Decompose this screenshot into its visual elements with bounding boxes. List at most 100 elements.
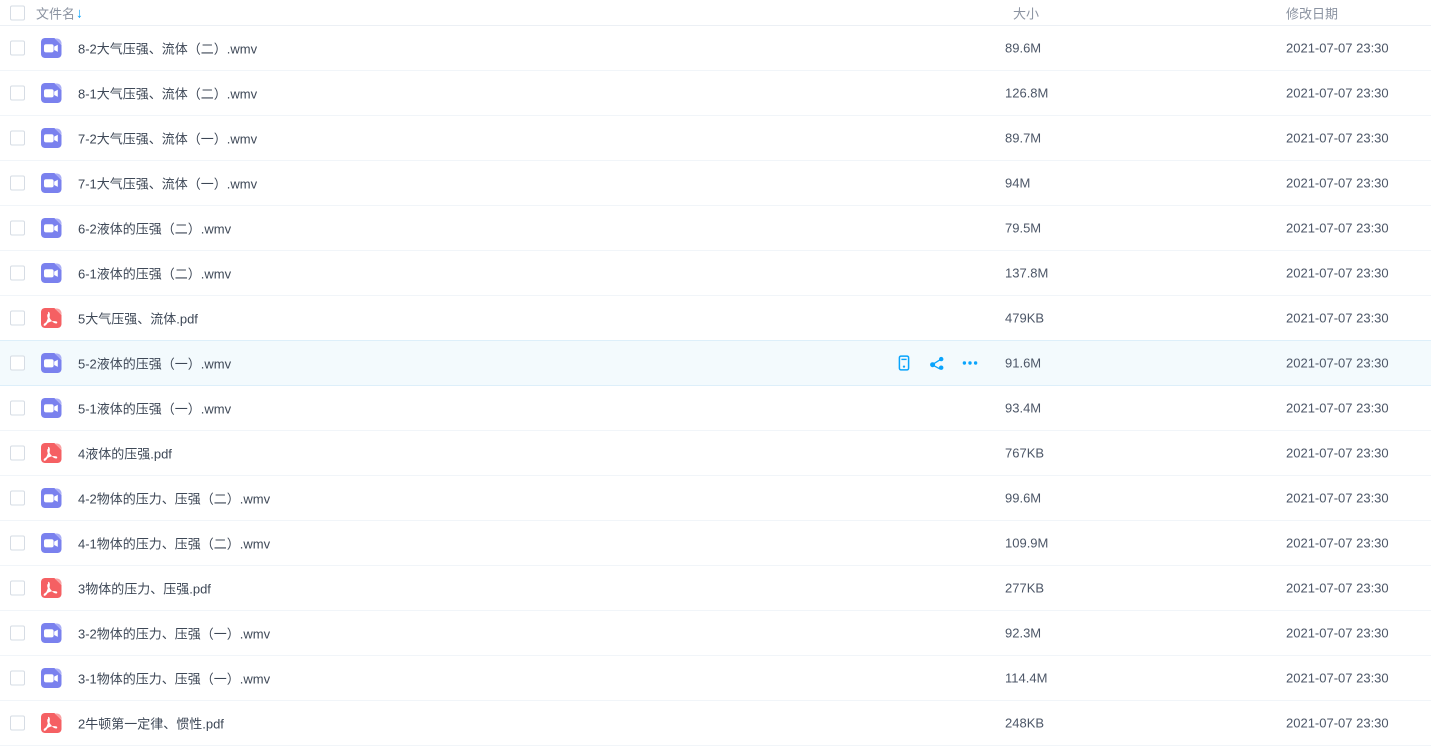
row-checkbox[interactable] [10,671,25,686]
select-all-checkbox[interactable] [10,5,25,20]
file-name-link[interactable]: 5-2液体的压强（一）.wmv [78,354,231,373]
file-row[interactable]: 8-2大气压强、流体（二）.wmv 89.6M 2021-07-07 23:30 [0,26,1431,71]
video-file-icon [39,126,63,150]
file-date: 2021-07-07 23:30 [1286,626,1389,641]
file-name-link[interactable]: 4-2物体的压力、压强（二）.wmv [78,489,270,508]
video-file-icon [39,36,63,60]
file-size: 94M [1005,176,1030,191]
file-size: 89.7M [1005,131,1041,146]
column-header-filename[interactable]: 文件名 [36,3,75,22]
file-date: 2021-07-07 23:30 [1286,356,1389,371]
file-row[interactable]: 5-1液体的压强（一）.wmv 93.4M 2021-07-07 23:30 [0,386,1431,431]
file-name-link[interactable]: 6-1液体的压强（二）.wmv [78,264,231,283]
file-size: 99.6M [1005,491,1041,506]
save-to-device-icon[interactable] [896,355,912,372]
sort-descending-icon[interactable]: ↓ [76,5,83,19]
file-row[interactable]: 4-1物体的压力、压强（二）.wmv 109.9M 2021-07-07 23:… [0,521,1431,566]
file-size: 248KB [1005,716,1044,731]
file-row[interactable]: 2牛顿第一定律、惯性.pdf 248KB 2021-07-07 23:30 [0,701,1431,746]
video-file-icon [39,486,63,510]
file-row[interactable]: 6-1液体的压强（二）.wmv 137.8M 2021-07-07 23:30 [0,251,1431,296]
file-row[interactable]: 7-1大气压强、流体（一）.wmv 94M 2021-07-07 23:30 [0,161,1431,206]
file-row[interactable]: 6-2液体的压强（二）.wmv 79.5M 2021-07-07 23:30 [0,206,1431,251]
video-file-icon [39,666,63,690]
file-row[interactable]: 3物体的压力、压强.pdf 277KB 2021-07-07 23:30 [0,566,1431,611]
file-row[interactable]: 5大气压强、流体.pdf 479KB 2021-07-07 23:30 [0,296,1431,341]
list-header: 文件名 ↓ 大小 修改日期 [0,0,1431,26]
pdf-file-icon [39,711,63,735]
file-date: 2021-07-07 23:30 [1286,491,1389,506]
file-name-link[interactable]: 3-1物体的压力、压强（一）.wmv [78,669,270,688]
row-checkbox[interactable] [10,356,25,371]
video-file-icon [39,216,63,240]
row-checkbox[interactable] [10,536,25,551]
share-icon[interactable] [929,355,945,372]
file-name-link[interactable]: 8-1大气压强、流体（二）.wmv [78,84,257,103]
more-actions-icon[interactable] [962,355,978,372]
pdf-file-icon [39,306,63,330]
file-size: 126.8M [1005,86,1048,101]
row-checkbox[interactable] [10,131,25,146]
file-date: 2021-07-07 23:30 [1286,221,1389,236]
file-size: 91.6M [1005,356,1041,371]
file-size: 137.8M [1005,266,1048,281]
file-date: 2021-07-07 23:30 [1286,41,1389,56]
row-checkbox[interactable] [10,311,25,326]
file-size: 767KB [1005,446,1044,461]
file-date: 2021-07-07 23:30 [1286,671,1389,686]
file-name-link[interactable]: 6-2液体的压强（二）.wmv [78,219,231,238]
file-name-link[interactable]: 3-2物体的压力、压强（一）.wmv [78,624,270,643]
file-name-link[interactable]: 7-2大气压强、流体（一）.wmv [78,129,257,148]
file-date: 2021-07-07 23:30 [1286,581,1389,596]
column-header-date: 修改日期 [1286,3,1338,22]
file-date: 2021-07-07 23:30 [1286,311,1389,326]
file-size: 93.4M [1005,401,1041,416]
file-list: 文件名 ↓ 大小 修改日期 8-2大气压强、流体（二）.wmv 89.6M 20… [0,0,1431,746]
video-file-icon [39,171,63,195]
file-name-link[interactable]: 4液体的压强.pdf [78,444,172,463]
row-hover-actions [896,355,978,372]
file-size: 109.9M [1005,536,1048,551]
file-name-link[interactable]: 2牛顿第一定律、惯性.pdf [78,714,224,733]
file-row[interactable]: 7-2大气压强、流体（一）.wmv 89.7M 2021-07-07 23:30 [0,116,1431,161]
row-checkbox[interactable] [10,401,25,416]
pdf-file-icon [39,441,63,465]
file-name-link[interactable]: 5-1液体的压强（一）.wmv [78,399,231,418]
video-file-icon [39,531,63,555]
row-checkbox[interactable] [10,176,25,191]
pdf-file-icon [39,576,63,600]
video-file-icon [39,396,63,420]
file-date: 2021-07-07 23:30 [1286,401,1389,416]
file-date: 2021-07-07 23:30 [1286,86,1389,101]
row-checkbox[interactable] [10,446,25,461]
file-size: 89.6M [1005,41,1041,56]
file-name-link[interactable]: 4-1物体的压力、压强（二）.wmv [78,534,270,553]
file-date: 2021-07-07 23:30 [1286,536,1389,551]
row-checkbox[interactable] [10,221,25,236]
file-name-link[interactable]: 8-2大气压强、流体（二）.wmv [78,39,257,58]
file-row[interactable]: 3-2物体的压力、压强（一）.wmv 92.3M 2021-07-07 23:3… [0,611,1431,656]
file-name-link[interactable]: 5大气压强、流体.pdf [78,309,198,328]
row-checkbox[interactable] [10,86,25,101]
file-size: 277KB [1005,581,1044,596]
file-date: 2021-07-07 23:30 [1286,716,1389,731]
file-row[interactable]: 4液体的压强.pdf 767KB 2021-07-07 23:30 [0,431,1431,476]
file-date: 2021-07-07 23:30 [1286,266,1389,281]
file-size: 114.4M [1005,671,1047,686]
row-checkbox[interactable] [10,41,25,56]
row-checkbox[interactable] [10,716,25,731]
row-checkbox[interactable] [10,581,25,596]
row-checkbox[interactable] [10,626,25,641]
file-name-link[interactable]: 3物体的压力、压强.pdf [78,579,211,598]
row-checkbox[interactable] [10,266,25,281]
row-checkbox[interactable] [10,491,25,506]
file-row[interactable]: 3-1物体的压力、压强（一）.wmv 114.4M 2021-07-07 23:… [0,656,1431,701]
file-row[interactable]: 8-1大气压强、流体（二）.wmv 126.8M 2021-07-07 23:3… [0,71,1431,116]
video-file-icon [39,261,63,285]
file-row[interactable]: 4-2物体的压力、压强（二）.wmv 99.6M 2021-07-07 23:3… [0,476,1431,521]
file-rows: 8-2大气压强、流体（二）.wmv 89.6M 2021-07-07 23:30… [0,26,1431,746]
file-name-link[interactable]: 7-1大气压强、流体（一）.wmv [78,174,257,193]
video-file-icon [39,351,63,375]
file-date: 2021-07-07 23:30 [1286,446,1389,461]
file-row[interactable]: 5-2液体的压强（一）.wmv [0,341,1431,386]
